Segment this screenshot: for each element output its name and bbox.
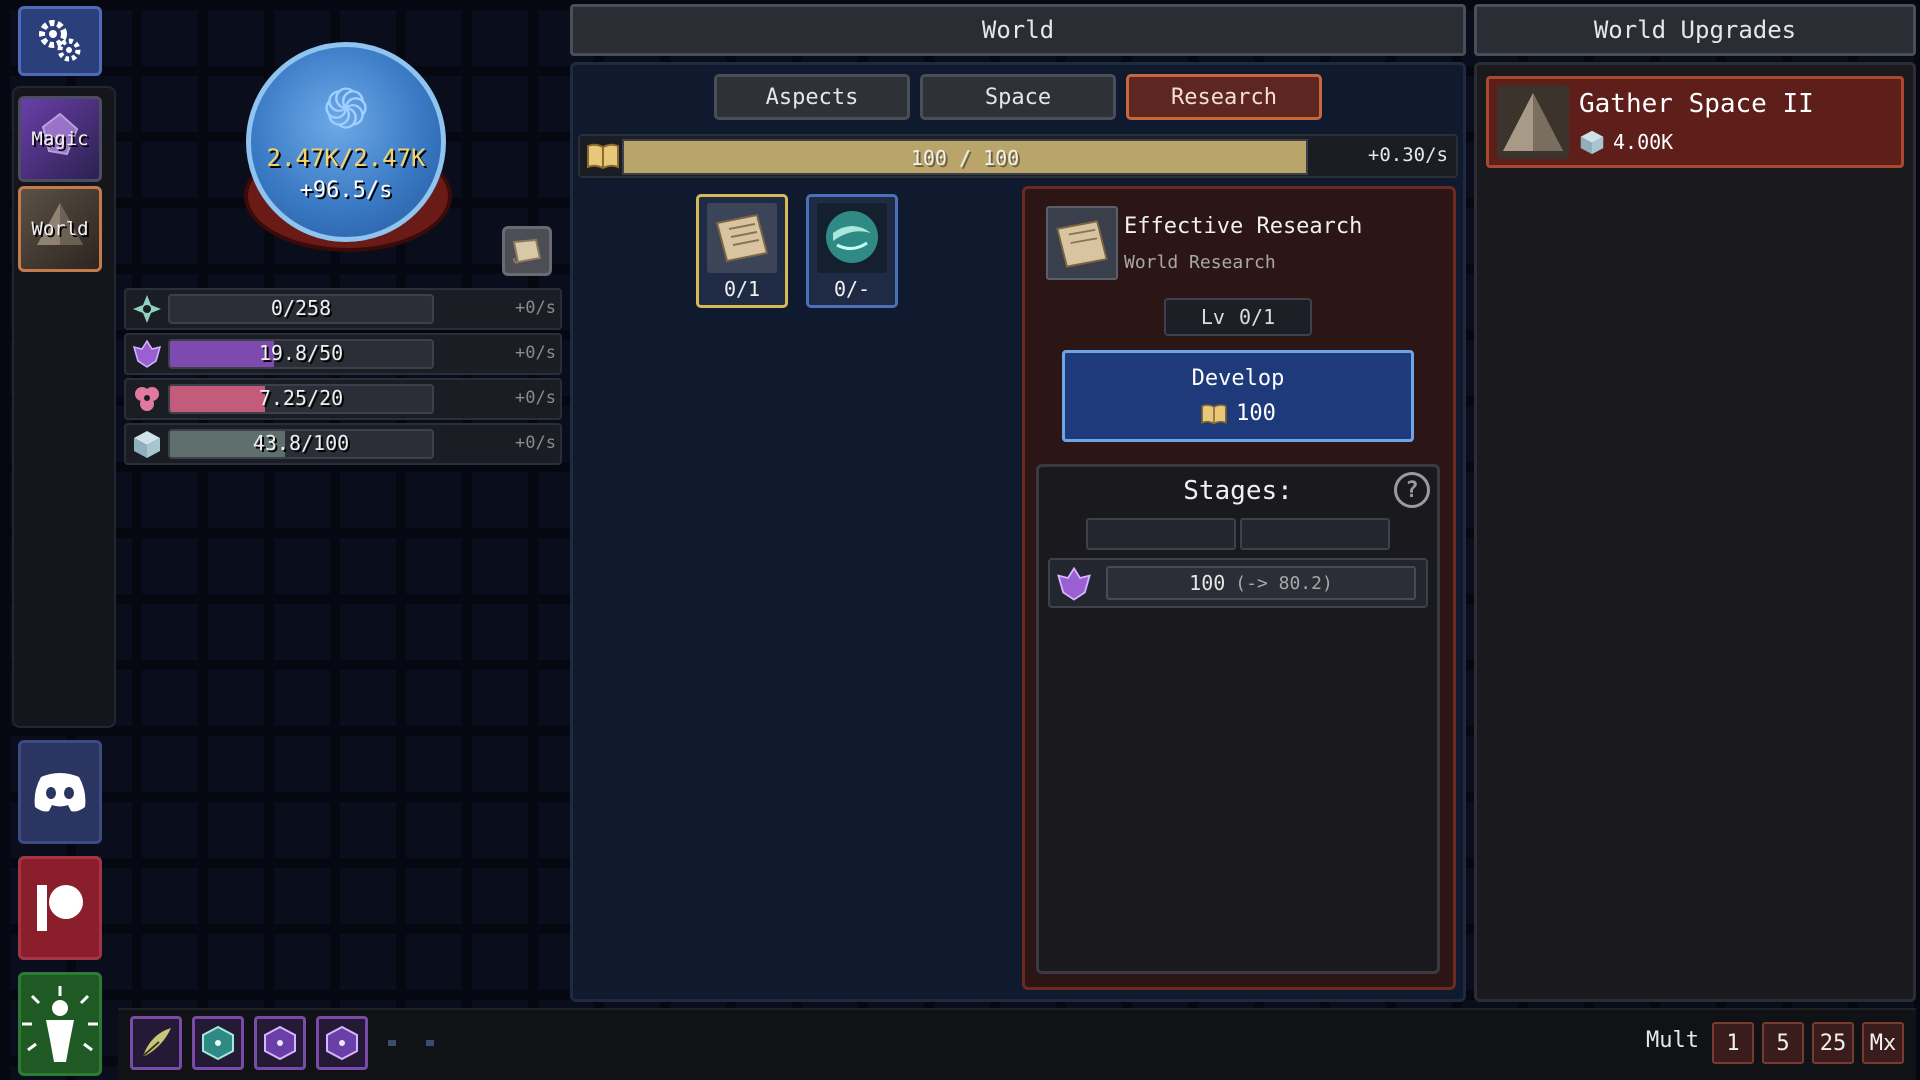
- research-book-icon: [707, 203, 777, 273]
- sidebar-tab-magic[interactable]: Magic: [18, 96, 102, 182]
- research-value: 100 / 100: [910, 146, 1020, 170]
- mult-button-max[interactable]: Mx: [1862, 1022, 1904, 1064]
- hotbar-slot-purple-dice[interactable]: [316, 1016, 368, 1070]
- sidebar-tab-world-label: World: [31, 218, 89, 240]
- research-level: Lv 0/1: [1164, 298, 1312, 336]
- world-upgrades-title: World Upgrades: [1474, 4, 1916, 56]
- resource-row-space: 0/258 +0/s: [124, 288, 562, 330]
- stage-row: 100 (-> 80.2): [1048, 558, 1428, 608]
- purple-crest-icon: [132, 339, 162, 369]
- discord-button[interactable]: [18, 740, 102, 844]
- develop-cost-value: 100: [1236, 401, 1276, 426]
- research-progress-bar: 100 / 100 +0.30/s: [578, 134, 1458, 178]
- research-book-icon: [1046, 206, 1118, 280]
- question-icon[interactable]: ?: [1394, 472, 1430, 508]
- world-upgrades-panel: [1474, 62, 1916, 1002]
- teal-orb-icon: [817, 203, 887, 273]
- mult-button-1[interactable]: 1: [1712, 1022, 1754, 1064]
- resource-rate: +0/s: [515, 388, 556, 408]
- mana-amount: 2.47K/2.47K: [266, 143, 426, 172]
- stage-value: 100 (-> 80.2): [1106, 566, 1416, 600]
- upgrade-gather-space-ii[interactable]: Gather Space II 4.00K: [1486, 76, 1904, 168]
- develop-label: Develop: [1191, 366, 1285, 391]
- research-title: Effective Research: [1124, 214, 1363, 239]
- mult-label: Mult: [1646, 1028, 1699, 1053]
- mult-button-5[interactable]: 5: [1762, 1022, 1804, 1064]
- sidebar-tab-world[interactable]: World: [18, 186, 102, 272]
- space-star-icon: [132, 294, 162, 324]
- resource-value: 43.8/100: [252, 431, 350, 455]
- sidebar-tab-magic-label: Magic: [31, 128, 89, 150]
- character-button[interactable]: [18, 972, 102, 1076]
- develop-cost: 100: [1200, 401, 1276, 426]
- person-icon: [22, 986, 98, 1062]
- hotbar-slot-purple-dice[interactable]: [254, 1016, 306, 1070]
- sidebar-track: [12, 86, 116, 728]
- research-card-orb[interactable]: 0/-: [806, 194, 898, 308]
- discord-icon: [34, 773, 86, 812]
- develop-button[interactable]: Develop 100: [1062, 350, 1414, 442]
- level-label: Lv: [1200, 305, 1225, 329]
- upgrade-name: Gather Space II: [1579, 89, 1814, 119]
- feather-quill-icon: [142, 1028, 171, 1057]
- hotbar-dot: [426, 1040, 434, 1046]
- purple-crest-icon: [1057, 566, 1091, 601]
- hotbar-dot: [388, 1040, 396, 1046]
- heart-triad-icon: [132, 384, 162, 414]
- swirl-icon: ֍: [323, 76, 369, 142]
- world-panel-title: World: [570, 4, 1466, 56]
- resource-row-crest: 19.8/50 +0/s: [124, 333, 562, 375]
- stage-value-current: 100: [1189, 571, 1226, 595]
- gears-icon: [39, 20, 81, 62]
- resource-value: 19.8/50: [258, 341, 344, 365]
- resource-rate: +0/s: [515, 433, 556, 453]
- settings-button[interactable]: [18, 6, 102, 76]
- resource-rate: +0/s: [515, 298, 556, 318]
- research-card-effective-research[interactable]: 0/1: [696, 194, 788, 308]
- resource-row-cube: 43.8/100 +0/s: [124, 423, 562, 465]
- hotbar-slot-quill[interactable]: [130, 1016, 182, 1070]
- hotbar-slot-teal-dice[interactable]: [192, 1016, 244, 1070]
- stage-slot: [1086, 518, 1236, 550]
- research-subtitle: World Research: [1124, 252, 1276, 273]
- book-icon: [587, 143, 619, 170]
- mult-button-25[interactable]: 25: [1812, 1022, 1854, 1064]
- patreon-button[interactable]: [18, 856, 102, 960]
- card-count: 0/1: [723, 277, 761, 301]
- left-sidebar: Magic World: [4, 0, 116, 1080]
- purple-dice-icon: [264, 1025, 296, 1061]
- cube-icon: [1580, 130, 1604, 155]
- mana-orb: ֍ 2.47K/2.47K +96.5/s: [246, 42, 446, 242]
- patreon-icon: [37, 885, 83, 931]
- resource-value: 7.25/20: [258, 386, 344, 410]
- teal-dice-icon: [202, 1025, 234, 1061]
- resource-row-heart: 7.25/20 +0/s: [124, 378, 562, 420]
- mana-rate: +96.5/s: [299, 177, 393, 203]
- research-rate: +0.30/s: [1367, 144, 1448, 166]
- tab-space[interactable]: Space: [920, 74, 1116, 120]
- tab-aspects[interactable]: Aspects: [714, 74, 910, 120]
- cube-icon: [132, 429, 162, 459]
- research-track: 100 / 100: [622, 139, 1308, 175]
- upgrade-cost: 4.00K: [1579, 129, 1673, 155]
- stages-title: Stages:: [1183, 476, 1293, 506]
- pyramid-icon: [1497, 85, 1569, 159]
- tab-research[interactable]: Research: [1126, 74, 1322, 120]
- book-icon: [1201, 403, 1227, 424]
- card-count: 0/-: [833, 277, 871, 301]
- scroll-icon: [512, 238, 542, 264]
- stage-value-preview: (-> 80.2): [1235, 572, 1333, 594]
- research-shortcut-button[interactable]: [502, 226, 552, 276]
- resource-value: 0/258: [270, 296, 332, 320]
- upgrade-cost-value: 4.00K: [1613, 130, 1674, 154]
- resource-rate: +0/s: [515, 343, 556, 363]
- level-value: 0/1: [1238, 305, 1276, 329]
- purple-dice-icon: [326, 1025, 358, 1061]
- stage-slot: [1240, 518, 1390, 550]
